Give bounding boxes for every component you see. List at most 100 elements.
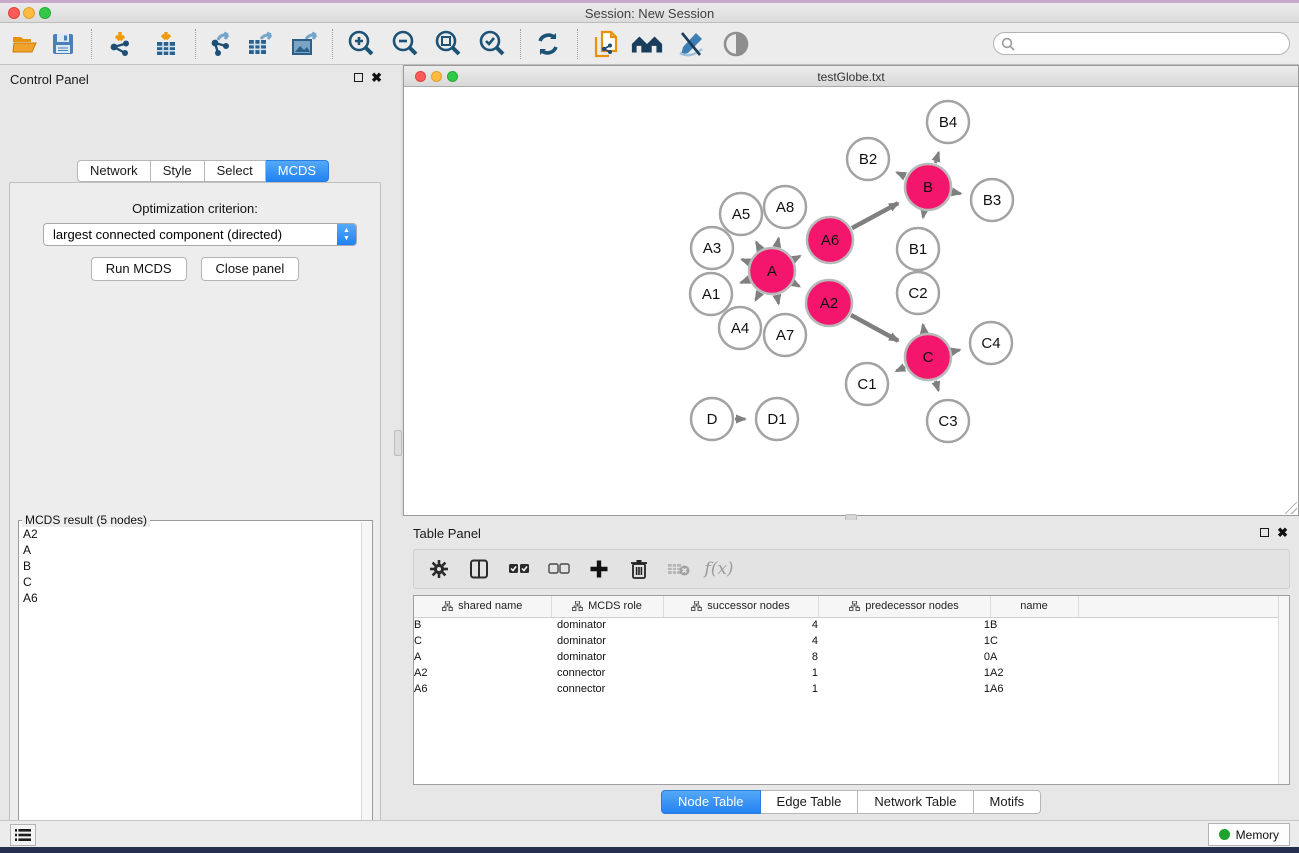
tab-edge-table[interactable]: Edge Table xyxy=(761,790,859,814)
graph-edge-C-C3[interactable] xyxy=(935,381,938,391)
delete-table-button[interactable] xyxy=(666,556,692,582)
result-item[interactable]: A2 xyxy=(20,527,360,543)
graph-edge-C-C2[interactable] xyxy=(923,325,924,333)
open-file-button[interactable] xyxy=(8,28,42,60)
column-header[interactable]: shared name xyxy=(414,596,551,617)
graph-node-label: B1 xyxy=(909,241,927,258)
criterion-select[interactable]: largest connected component (directed) ▲… xyxy=(43,223,357,246)
graph-edge-B-B4[interactable] xyxy=(935,153,938,164)
tab-mcds[interactable]: MCDS xyxy=(266,160,329,182)
zoom-fit-icon xyxy=(433,29,463,59)
delete-column-icon xyxy=(630,559,648,580)
select-all-button[interactable] xyxy=(506,556,532,582)
zoom-out-button[interactable] xyxy=(388,28,422,60)
tab-node-table[interactable]: Node Table xyxy=(661,790,761,814)
zoom-selected-button[interactable] xyxy=(475,28,509,60)
refresh-button[interactable] xyxy=(531,28,565,60)
graph-node-label: C3 xyxy=(938,413,957,430)
graph-edge-A2-C[interactable] xyxy=(851,315,898,341)
graph-edge-B-B3[interactable] xyxy=(952,192,960,194)
float-panel-icon[interactable] xyxy=(354,73,363,82)
column-header[interactable]: MCDS role xyxy=(551,596,663,617)
clone-network-icon xyxy=(592,29,620,59)
network-view-window: testGlobe.txt B4B2BB3A5A8A6A3AB1A1A2C2A4… xyxy=(403,65,1299,516)
result-item[interactable]: C xyxy=(20,575,360,591)
graph-edge-A6-B[interactable] xyxy=(852,203,898,228)
export-table-icon xyxy=(246,30,276,58)
graph-edge-A-A8[interactable] xyxy=(777,238,779,246)
result-item[interactable]: A xyxy=(20,543,360,559)
mcds-panel: Optimization criterion: largest connecte… xyxy=(9,182,381,853)
graph-node-label: C2 xyxy=(908,285,927,302)
network-canvas[interactable]: B4B2BB3A5A8A6A3AB1A1A2C2A4A7C4C1CC3DD1 xyxy=(404,87,1298,515)
add-column-button[interactable] xyxy=(586,556,612,582)
function-builder-button[interactable]: f(x) xyxy=(706,556,732,582)
graph-edge-B-B2[interactable] xyxy=(897,173,905,177)
column-button[interactable] xyxy=(466,556,492,582)
gear-button[interactable] xyxy=(426,556,452,582)
run-mcds-button[interactable]: Run MCDS xyxy=(91,257,187,281)
column-header[interactable]: predecessor nodes xyxy=(818,596,990,617)
graph-edge-A-A6[interactable] xyxy=(794,256,800,259)
tab-style[interactable]: Style xyxy=(151,160,205,182)
float-table-panel-icon[interactable] xyxy=(1260,528,1269,537)
close-table-panel-icon[interactable]: ✖ xyxy=(1277,525,1288,541)
graph-edge-B-B1[interactable] xyxy=(923,212,924,218)
graph-edge-A-A2[interactable] xyxy=(794,283,800,286)
hide-details-button[interactable] xyxy=(674,28,708,60)
graph-edge-A-A7[interactable] xyxy=(777,295,779,303)
tab-select[interactable]: Select xyxy=(205,160,266,182)
toolbar-separator xyxy=(332,29,333,59)
zoom-fit-button[interactable] xyxy=(431,28,465,60)
table-row[interactable]: A2connector11A2 xyxy=(414,665,1289,681)
result-scrollbar[interactable] xyxy=(361,522,372,853)
memory-button[interactable]: Memory xyxy=(1208,823,1290,846)
clone-network-button[interactable] xyxy=(589,28,623,60)
first-neighbors-button[interactable] xyxy=(630,28,664,60)
table-row[interactable]: Adominator80A xyxy=(414,649,1289,665)
graph-edge-A-A4[interactable] xyxy=(756,293,760,300)
add-column-icon xyxy=(589,559,609,579)
node-table[interactable]: shared nameMCDS rolesuccessor nodesprede… xyxy=(413,595,1290,785)
graph-edge-C-C1[interactable] xyxy=(896,367,905,371)
task-history-button[interactable] xyxy=(10,824,36,846)
close-panel-button[interactable]: Close panel xyxy=(201,257,300,281)
delete-column-button[interactable] xyxy=(626,556,652,582)
graph-edge-A-A1[interactable] xyxy=(741,280,749,283)
graph-edge-C-C4[interactable] xyxy=(952,350,959,352)
import-table-button[interactable] xyxy=(149,28,183,60)
mcds-result-list[interactable]: A2ABCA6 xyxy=(20,527,360,853)
column-header[interactable]: name xyxy=(990,596,1078,617)
graph-edge-A-A3[interactable] xyxy=(742,259,749,262)
result-item[interactable]: A6 xyxy=(20,591,360,607)
column-header[interactable]: successor nodes xyxy=(663,596,818,617)
result-item[interactable]: B xyxy=(20,559,360,575)
optimization-criterion-label: Optimization criterion: xyxy=(10,201,380,216)
tab-motifs[interactable]: Motifs xyxy=(974,790,1042,814)
table-row[interactable]: A6connector11A6 xyxy=(414,681,1289,697)
control-panel-title: Control Panel xyxy=(10,72,89,87)
tab-network-table[interactable]: Network Table xyxy=(858,790,973,814)
export-network-button[interactable] xyxy=(203,28,237,60)
show-graphics-button[interactable] xyxy=(719,28,753,60)
tab-network[interactable]: Network xyxy=(77,160,151,182)
zoom-in-button[interactable] xyxy=(344,28,378,60)
save-session-button[interactable] xyxy=(46,28,80,60)
criterion-value: largest connected component (directed) xyxy=(44,227,337,242)
graph-node-label: A3 xyxy=(703,240,721,257)
search-input[interactable] xyxy=(993,32,1290,55)
export-table-button[interactable] xyxy=(244,28,278,60)
deselect-all-button[interactable] xyxy=(546,556,572,582)
export-image-button[interactable] xyxy=(288,28,322,60)
graph-edge-A-A5[interactable] xyxy=(756,242,760,249)
table-row[interactable]: Bdominator41B xyxy=(414,617,1289,633)
vertical-splitter-handle[interactable] xyxy=(394,430,402,456)
table-scrollbar[interactable] xyxy=(1278,596,1289,784)
import-network-button[interactable] xyxy=(103,28,137,60)
table-panel: Table Panel ✖ xyxy=(403,520,1299,818)
attribute-type-icon xyxy=(849,601,860,611)
table-row[interactable]: Cdominator41C xyxy=(414,633,1289,649)
window-resize-grip[interactable] xyxy=(1285,502,1297,514)
close-panel-icon[interactable]: ✖ xyxy=(371,70,382,86)
graph-node-label: A8 xyxy=(776,199,794,216)
